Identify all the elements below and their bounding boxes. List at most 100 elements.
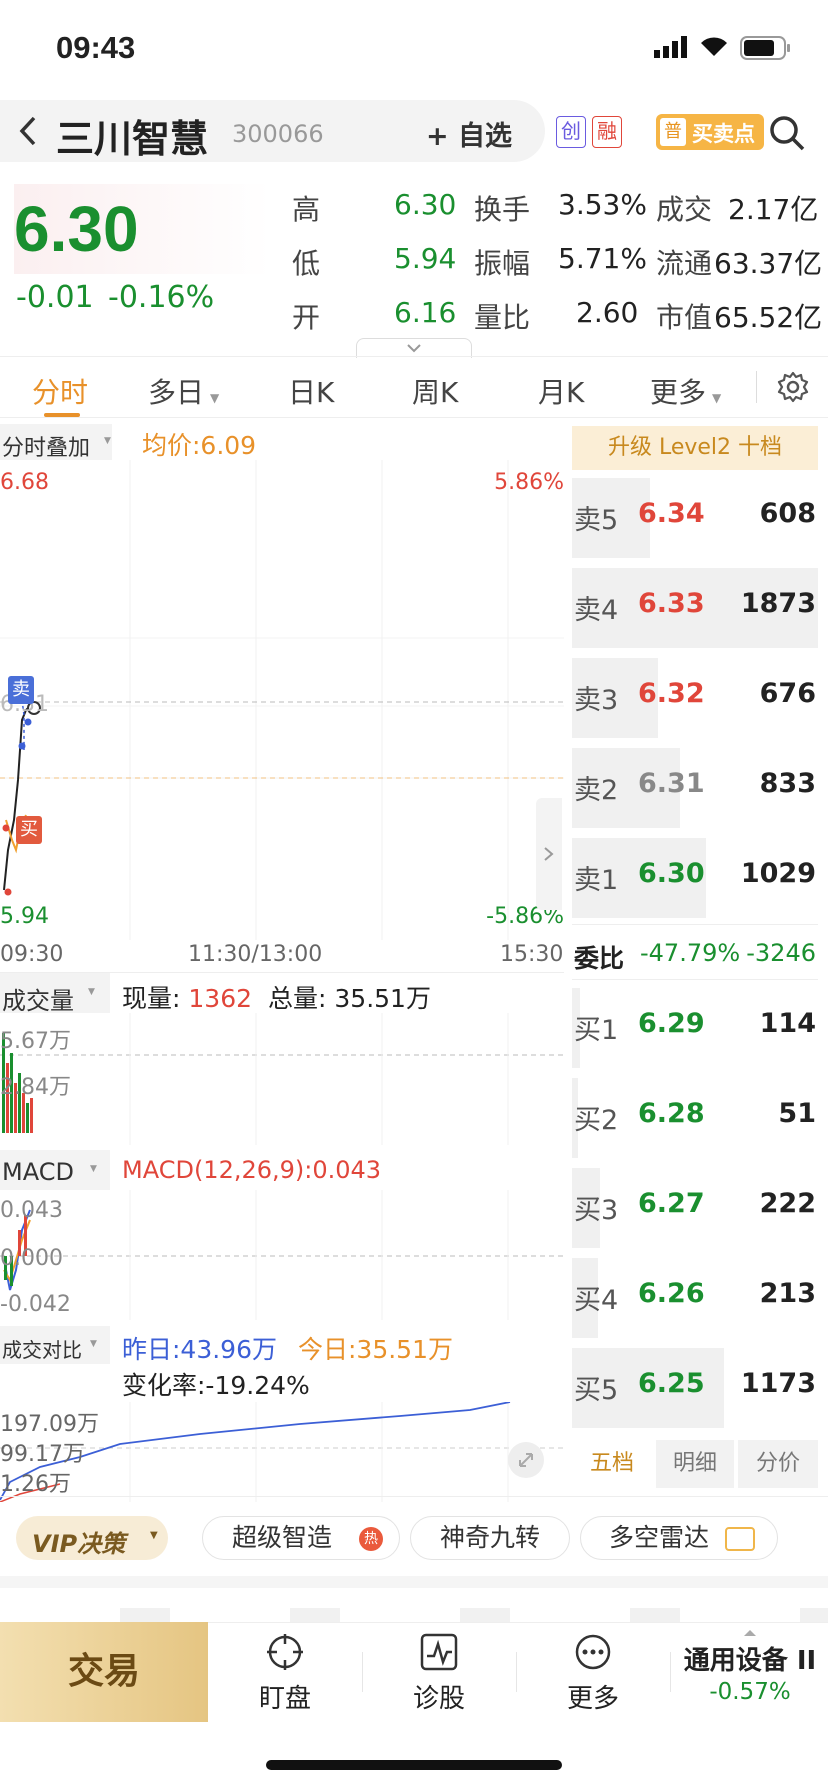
bid-row-3[interactable]: 买3 6.27 222 — [572, 1162, 818, 1250]
ask-volume: 676 — [759, 678, 816, 709]
stat-label: 成交 — [656, 193, 713, 226]
volume-selector[interactable]: 成交量 ▼ — [0, 973, 110, 1015]
y-axis-bottom: 5.94 — [0, 904, 49, 929]
watch-button[interactable]: 盯盘 — [210, 1628, 360, 1715]
bid-price: 6.29 — [638, 1008, 705, 1039]
ask-price: 6.30 — [638, 858, 705, 889]
back-icon[interactable] — [14, 114, 40, 152]
tab-multiday[interactable]: 多日 ▼ — [148, 371, 219, 411]
chip-long-short-radar[interactable]: 多空雷达 — [580, 1516, 778, 1560]
compare-selector[interactable]: 成交对比 ▼ — [0, 1326, 110, 1364]
signal-icon — [654, 36, 688, 62]
time-axis-start: 09:30 — [0, 942, 64, 967]
buy-sell-point-button[interactable]: 普 买卖点 — [656, 114, 764, 150]
order-ratio-value: -3246 — [746, 939, 816, 967]
search-icon[interactable] — [768, 114, 806, 156]
bid-row-1[interactable]: 买1 6.29 114 — [572, 982, 818, 1070]
price-change-pct: -0.16% — [108, 280, 215, 315]
bid-price: 6.28 — [638, 1098, 705, 1129]
ask-row-3[interactable]: 卖3 6.32 676 — [572, 652, 818, 740]
chip-super-smart[interactable]: 超级智造 热 — [202, 1516, 400, 1560]
intraday-chart[interactable]: 分时叠加 ▼ 均价:6.09 6.68 5.86% 6.31 卖 买 5.94 … — [0, 420, 564, 940]
tab-intraday[interactable]: 分时 — [32, 371, 88, 411]
buy-marker[interactable]: 买 — [16, 816, 42, 844]
y-axis-top: 6.68 — [0, 470, 49, 495]
trade-button[interactable]: 交易 — [0, 1622, 208, 1722]
time-axis-end: 15:30 — [500, 942, 564, 967]
hot-badge: 热 — [359, 1527, 383, 1551]
orderbook-tabs: 五档 明细 分价 — [572, 1440, 818, 1488]
tab-detail[interactable]: 明细 — [656, 1440, 734, 1488]
divider — [756, 371, 757, 403]
tab-five-levels[interactable]: 五档 — [572, 1440, 652, 1488]
expand-quote-handle[interactable] — [356, 338, 472, 358]
stat-label: 高 — [292, 193, 321, 226]
more-label: 更多 — [566, 1684, 619, 1714]
vip-decision-button[interactable]: VIP决策 ▼ — [16, 1516, 168, 1560]
intraday-grid — [0, 460, 564, 940]
compare-axis-mid: 99.17万 — [0, 1442, 85, 1467]
stat-value: 6.30 — [394, 188, 457, 221]
volume-compare-panel[interactable]: 成交对比 ▼ 昨日:43.96万 今日:35.51万 变化率:-19.24% 1… — [0, 1322, 564, 1502]
order-ratio-pct: -47.79% — [640, 939, 741, 967]
ask-label: 卖3 — [574, 685, 619, 716]
volume-panel[interactable]: 成交量 ▼ 现量: 1362 总量: 35.51万 5.67万 2.84万 — [0, 972, 564, 1145]
ask-row-2[interactable]: 卖2 6.31 833 — [572, 742, 818, 830]
add-watch-label: 自选 — [458, 121, 513, 152]
tab-day-k[interactable]: 日K — [288, 371, 334, 411]
current-price: 6.30 — [14, 193, 139, 265]
pu-badge: 普 — [660, 118, 686, 146]
tab-more[interactable]: 更多 ▼ — [650, 371, 721, 411]
battery-icon — [740, 36, 792, 64]
bid-label: 买1 — [574, 1015, 619, 1046]
stock-code: 300066 — [232, 120, 324, 148]
pct-axis-top: 5.86% — [494, 470, 564, 495]
overlay-selector[interactable]: 分时叠加 ▼ — [0, 424, 112, 461]
volume-now-value: 1362 — [188, 984, 253, 1013]
bid-row-5[interactable]: 买5 6.25 1173 — [572, 1342, 818, 1430]
bid-row-4[interactable]: 买4 6.26 213 — [572, 1252, 818, 1340]
ask-row-5[interactable]: 卖5 6.34 608 — [572, 472, 818, 560]
settings-gear-icon[interactable] — [776, 370, 810, 408]
bid-price: 6.27 — [638, 1188, 705, 1219]
bid-row-2[interactable]: 买2 6.28 51 — [572, 1072, 818, 1160]
chart-expand-handle[interactable] — [536, 798, 562, 910]
crosshair-icon — [267, 1634, 303, 1670]
price-change: -0.01 — [16, 280, 94, 315]
divider — [362, 1652, 363, 1692]
level2-upgrade-button[interactable]: 升级 Level2 十档 — [572, 426, 818, 470]
ask-row-4[interactable]: 卖4 6.33 1873 — [572, 562, 818, 650]
ask-price: 6.31 — [638, 768, 705, 799]
ask-label: 卖5 — [574, 505, 619, 536]
stat-value: 5.94 — [394, 242, 457, 275]
chip-magic-nine[interactable]: 神奇九转 — [410, 1516, 570, 1560]
tab-price-dist[interactable]: 分价 — [738, 1440, 818, 1488]
stat-label: 开 — [292, 301, 321, 334]
tab-week-k[interactable]: 周K — [412, 371, 458, 411]
stock-name: 三川智慧 — [56, 117, 209, 161]
time-axis-mid: 11:30/13:00 — [188, 942, 323, 967]
fullscreen-icon[interactable] — [508, 1442, 544, 1478]
ask-row-1[interactable]: 卖1 6.30 1029 — [572, 832, 818, 920]
sell-marker[interactable]: 卖 — [8, 676, 34, 704]
stat-label: 振幅 — [474, 247, 531, 280]
tab-month-k[interactable]: 月K — [538, 371, 584, 411]
diagnose-button[interactable]: 诊股 — [364, 1628, 514, 1715]
ask-volume: 1873 — [740, 588, 816, 619]
macd-panel[interactable]: MACD ▼ MACD(12,26,9):0.043 0.043 0.000 -… — [0, 1146, 564, 1320]
sector-button[interactable]: 通用设备 II -0.57% — [674, 1628, 826, 1720]
add-watch-button[interactable]: + 自选 — [426, 114, 512, 153]
macd-selector[interactable]: MACD ▼ — [0, 1150, 110, 1190]
order-ratio: 委比 -47.79% -3246 — [572, 924, 818, 980]
more-button[interactable]: 更多 — [518, 1628, 668, 1715]
volume-label: 成交量 — [2, 987, 74, 1015]
wifi-icon — [698, 34, 730, 62]
compare-label: 成交对比 — [2, 1338, 82, 1362]
overlay-label: 分时叠加 — [2, 436, 91, 461]
volume-now-label: 现量: — [122, 984, 181, 1013]
compare-yesterday: 昨日:43.96万 — [122, 1335, 277, 1364]
rong-badge: 融 — [592, 116, 622, 148]
buy-sell-point-label: 买卖点 — [692, 122, 755, 146]
stat-label: 流通 — [656, 247, 713, 280]
volume-total-value: 35.51万 — [334, 984, 431, 1013]
